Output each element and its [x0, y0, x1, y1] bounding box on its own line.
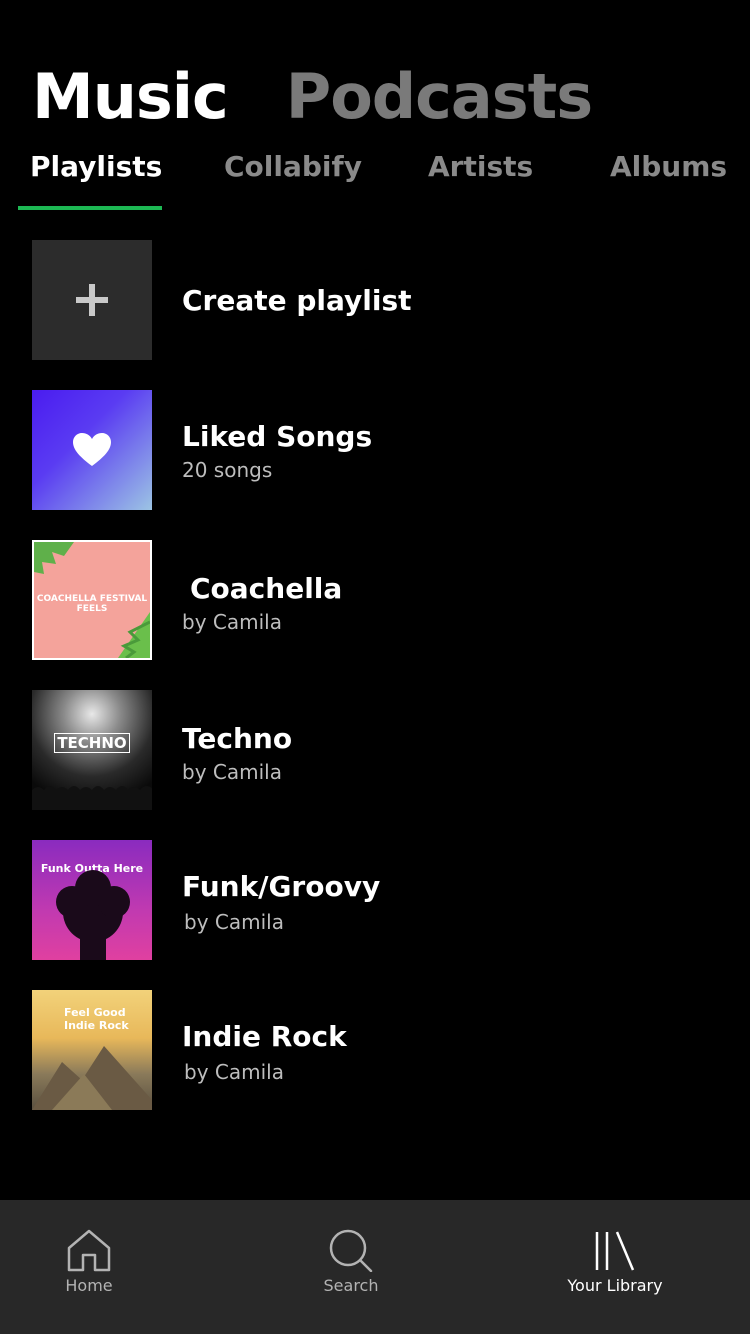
list-item-subtitle: by Camila: [184, 1060, 284, 1084]
library-icon: [595, 1231, 635, 1271]
list-item-techno[interactable]: TECHNO Techno by Camila: [32, 690, 722, 810]
top-tab-bar: Music Podcasts: [32, 62, 593, 132]
techno-cover: TECHNO: [32, 690, 152, 810]
heart-icon: [73, 433, 111, 466]
list-item-subtitle: by Camila: [182, 760, 282, 784]
nav-your-library[interactable]: Your Library: [515, 1200, 715, 1334]
coachella-cover: COACHELLA FESTIVAL FEELS: [32, 540, 152, 660]
coachella-cover-text: COACHELLA FESTIVAL FEELS: [36, 594, 148, 614]
list-item-coachella[interactable]: COACHELLA FESTIVAL FEELS Coachella by Ca…: [32, 540, 722, 660]
nav-home-label: Home: [65, 1276, 113, 1295]
nav-library-label: Your Library: [567, 1276, 663, 1295]
funk-cover: Funk Outta Here: [32, 840, 152, 960]
tab-podcasts[interactable]: Podcasts: [286, 62, 593, 132]
list-item-subtitle: by Camila: [184, 910, 284, 934]
crowd-graphic: [32, 786, 152, 810]
bottom-navigation: Home Search Your Library: [0, 1200, 750, 1334]
list-item-title: Funk/Groovy: [182, 870, 381, 903]
sub-tab-bar: Playlists Collabify Artists Albums: [0, 150, 750, 210]
list-item-subtitle: 20 songs: [182, 458, 273, 482]
list-item-title: Techno: [182, 722, 293, 755]
create-playlist-row[interactable]: Create playlist: [32, 240, 722, 360]
home-icon: [67, 1229, 111, 1272]
list-item-indie-rock[interactable]: Feel Good Indie Rock Indie Rock by Camil…: [32, 990, 722, 1110]
list-item-title: Liked Songs: [182, 420, 373, 453]
nav-search-label: Search: [323, 1276, 379, 1295]
mountain-graphic: [32, 1046, 152, 1110]
list-item-title: Indie Rock: [182, 1020, 347, 1053]
tab-artists[interactable]: Artists: [428, 150, 533, 183]
silhouette-graphic: [56, 870, 130, 960]
create-playlist-tile: [32, 240, 152, 360]
liked-songs-cover: [32, 390, 152, 510]
nav-home[interactable]: Home: [0, 1200, 189, 1334]
indie-rock-cover: Feel Good Indie Rock: [32, 990, 152, 1110]
list-item-title: Create playlist: [182, 284, 412, 317]
list-item-funk-groovy[interactable]: Funk Outta Here Funk/Groovy by Camila: [32, 840, 722, 960]
nav-search[interactable]: Search: [251, 1200, 451, 1334]
techno-cover-text: TECHNO: [32, 733, 152, 753]
tab-albums[interactable]: Albums: [610, 150, 727, 183]
tab-collabify[interactable]: Collabify: [224, 150, 362, 183]
list-item-liked-songs[interactable]: Liked Songs 20 songs: [32, 390, 722, 510]
list-item-subtitle: by Camila: [182, 610, 282, 634]
tab-playlists[interactable]: Playlists: [30, 150, 162, 183]
search-icon: [329, 1229, 373, 1272]
tab-music[interactable]: Music: [32, 62, 229, 132]
active-tab-indicator: [18, 206, 162, 210]
list-item-title: Coachella: [190, 572, 343, 605]
plus-icon: [76, 284, 108, 316]
